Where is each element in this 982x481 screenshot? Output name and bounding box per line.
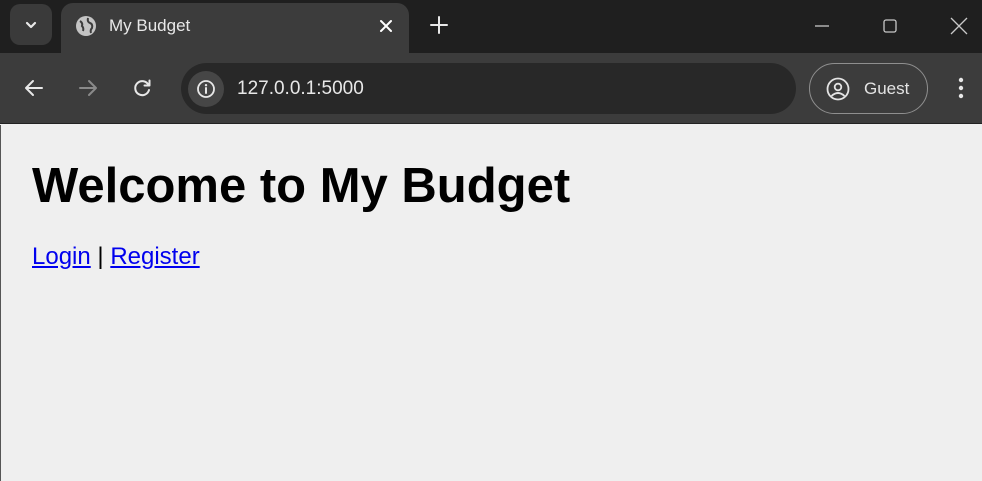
info-icon bbox=[197, 80, 215, 98]
more-vertical-icon bbox=[958, 77, 964, 99]
tab-close-button[interactable] bbox=[374, 14, 398, 38]
address-bar[interactable]: 127.0.0.1:5000 bbox=[181, 63, 796, 114]
globe-icon bbox=[76, 16, 96, 36]
maximize-button[interactable] bbox=[870, 6, 910, 46]
back-button[interactable] bbox=[16, 70, 52, 106]
account-circle-icon bbox=[826, 77, 850, 101]
reload-icon bbox=[134, 79, 151, 97]
tab-title: My Budget bbox=[109, 16, 191, 35]
maximize-icon bbox=[883, 19, 897, 33]
window-close-button[interactable] bbox=[939, 6, 979, 46]
forward-button[interactable] bbox=[70, 70, 106, 106]
tab-search-button[interactable] bbox=[10, 4, 52, 45]
plus-icon bbox=[430, 16, 448, 34]
tab-strip: My Budget bbox=[0, 0, 982, 53]
site-info-button[interactable] bbox=[188, 71, 224, 107]
close-icon bbox=[380, 20, 392, 32]
profile-button[interactable]: Guest bbox=[809, 63, 928, 114]
register-link[interactable]: Register bbox=[110, 243, 199, 270]
new-tab-button[interactable] bbox=[424, 10, 454, 40]
minimize-icon bbox=[815, 25, 829, 27]
link-separator: | bbox=[97, 243, 111, 270]
url-text[interactable]: 127.0.0.1:5000 bbox=[237, 78, 364, 100]
browser-menu-button[interactable] bbox=[946, 73, 976, 103]
active-tab[interactable]: My Budget bbox=[61, 3, 409, 53]
arrow-right-icon bbox=[79, 80, 97, 96]
profile-label: Guest bbox=[864, 79, 910, 98]
close-icon bbox=[950, 17, 968, 35]
reload-button[interactable] bbox=[124, 70, 160, 106]
arrow-left-icon bbox=[25, 80, 43, 96]
minimize-button[interactable] bbox=[802, 6, 842, 46]
chevron-down-icon bbox=[25, 21, 37, 28]
browser-toolbar: 127.0.0.1:5000 Guest bbox=[0, 53, 982, 124]
login-link[interactable]: Login bbox=[32, 243, 91, 270]
auth-links: Login | Register bbox=[32, 243, 200, 271]
page-title: Welcome to My Budget bbox=[32, 159, 571, 213]
page-content: Welcome to My Budget Login | Register bbox=[0, 125, 982, 481]
